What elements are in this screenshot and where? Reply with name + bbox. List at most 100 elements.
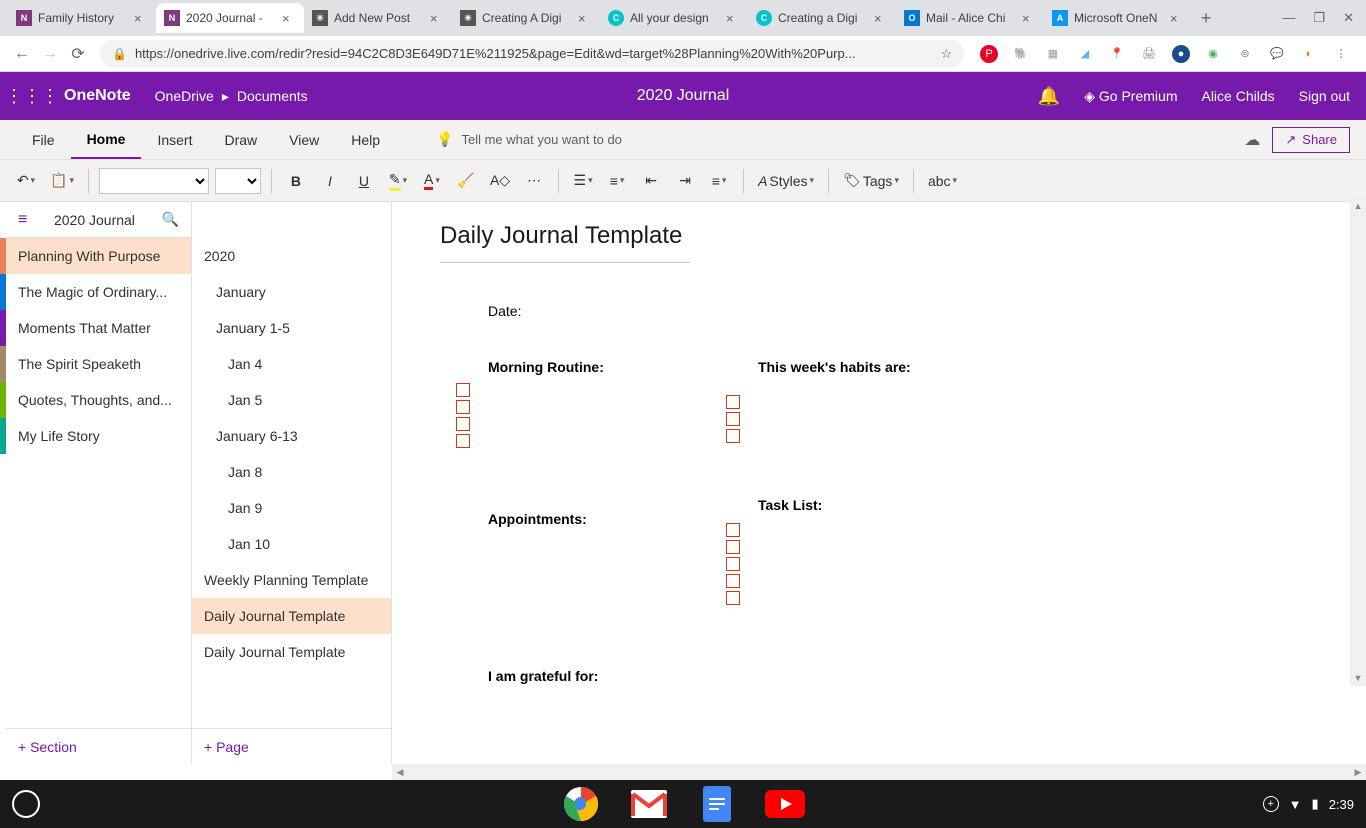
undo-button[interactable]: ↶▾ bbox=[12, 167, 40, 195]
checkbox[interactable] bbox=[456, 383, 470, 397]
page-title[interactable]: Daily Journal Template bbox=[440, 222, 690, 263]
highlight-button[interactable]: ✎▾ bbox=[384, 167, 412, 195]
grateful-label[interactable]: I am grateful for: bbox=[488, 668, 1318, 684]
clock[interactable]: 2:39 bbox=[1329, 797, 1354, 812]
close-icon[interactable]: × bbox=[874, 11, 888, 25]
status-plus-icon[interactable]: + bbox=[1263, 796, 1279, 812]
task-checklist[interactable] bbox=[726, 523, 958, 605]
extension-icon[interactable]: ⊚ bbox=[1236, 45, 1254, 63]
page-item[interactable]: January 1-5 bbox=[192, 310, 391, 346]
checkbox[interactable] bbox=[726, 540, 740, 554]
checkbox[interactable] bbox=[726, 429, 740, 443]
hamburger-icon[interactable]: ≡ bbox=[18, 211, 27, 229]
scroll-up-icon[interactable]: ▲ bbox=[1350, 198, 1366, 214]
brand-label[interactable]: OneNote bbox=[64, 87, 131, 105]
font-family-select[interactable] bbox=[99, 168, 209, 194]
extension-icon[interactable]: ● bbox=[1172, 45, 1190, 63]
tab-file[interactable]: File bbox=[16, 120, 71, 159]
checkbox[interactable] bbox=[726, 557, 740, 571]
page-item[interactable]: Jan 4 bbox=[192, 346, 391, 382]
document-title[interactable]: 2020 Journal bbox=[637, 87, 730, 105]
checkbox[interactable] bbox=[456, 417, 470, 431]
star-icon[interactable]: ☆ bbox=[940, 46, 952, 62]
section-item[interactable]: The Magic of Ordinary... bbox=[6, 274, 191, 310]
font-size-select[interactable] bbox=[215, 168, 261, 194]
extension-icon[interactable]: ▦ bbox=[1044, 45, 1062, 63]
clear-formatting-button[interactable]: 🧹 bbox=[452, 167, 480, 195]
page-item[interactable]: Jan 8 bbox=[192, 454, 391, 490]
page-item[interactable]: Daily Journal Template bbox=[192, 598, 391, 634]
tell-me-search[interactable]: 💡 Tell me what you want to do bbox=[436, 131, 622, 148]
browser-tab[interactable]: A Microsoft OneN × bbox=[1044, 3, 1192, 33]
scroll-right-icon[interactable]: ▶ bbox=[1350, 764, 1366, 780]
align-button[interactable]: ≡▾ bbox=[705, 167, 733, 195]
bullet-list-button[interactable]: ☰▾ bbox=[569, 167, 597, 195]
battery-icon[interactable]: ▮ bbox=[1312, 796, 1319, 812]
tab-draw[interactable]: Draw bbox=[208, 120, 273, 159]
menu-icon[interactable]: ⋮ bbox=[1332, 45, 1350, 63]
page-item[interactable]: January bbox=[192, 274, 391, 310]
page-canvas[interactable]: Daily Journal Template Date: Morning Rou… bbox=[392, 202, 1366, 764]
add-section-button[interactable]: + Section bbox=[6, 728, 191, 764]
paste-button[interactable]: 📋▾ bbox=[46, 167, 78, 195]
font-color-button[interactable]: A▾ bbox=[418, 167, 446, 195]
browser-tab[interactable]: N Family History × bbox=[8, 3, 156, 33]
close-icon[interactable]: × bbox=[134, 11, 148, 25]
browser-tab-active[interactable]: N 2020 Journal - × bbox=[156, 3, 304, 33]
wifi-icon[interactable]: ▼ bbox=[1289, 797, 1302, 812]
share-button[interactable]: ↗ Share bbox=[1272, 127, 1350, 153]
youtube-icon[interactable] bbox=[765, 784, 805, 824]
new-tab-button[interactable]: + bbox=[1192, 4, 1220, 32]
close-icon[interactable]: × bbox=[430, 11, 444, 25]
spelling-button[interactable]: abc▾ bbox=[924, 167, 961, 195]
back-button[interactable]: ← bbox=[8, 40, 36, 68]
checkbox[interactable] bbox=[456, 400, 470, 414]
breadcrumb-link[interactable]: Documents bbox=[237, 88, 308, 104]
vertical-scrollbar[interactable]: ▲ ▼ bbox=[1350, 198, 1366, 686]
page-item[interactable]: 2020 bbox=[192, 238, 391, 274]
italic-button[interactable]: I bbox=[316, 167, 344, 195]
numbered-list-button[interactable]: ≡▾ bbox=[603, 167, 631, 195]
section-item[interactable]: My Life Story bbox=[6, 418, 191, 454]
close-icon[interactable]: × bbox=[1170, 11, 1184, 25]
extension-icon[interactable]: 💬 bbox=[1268, 45, 1286, 63]
tags-button[interactable]: 🏷 Tags▾ bbox=[839, 167, 903, 195]
search-icon[interactable]: 🔍 bbox=[162, 211, 179, 228]
extension-icon[interactable]: ◐ bbox=[1300, 45, 1318, 63]
add-page-button[interactable]: + Page bbox=[192, 728, 391, 764]
reload-button[interactable]: ⟳ bbox=[64, 40, 92, 68]
browser-tab[interactable]: C Creating a Digi × bbox=[748, 3, 896, 33]
gmail-icon[interactable] bbox=[629, 784, 669, 824]
checkbox[interactable] bbox=[726, 574, 740, 588]
evernote-icon[interactable]: 🐘 bbox=[1012, 45, 1030, 63]
page-item[interactable]: Jan 9 bbox=[192, 490, 391, 526]
section-item[interactable]: Planning With Purpose bbox=[6, 238, 191, 274]
breadcrumb-link[interactable]: OneDrive bbox=[155, 88, 214, 104]
page-item[interactable]: Jan 5 bbox=[192, 382, 391, 418]
location-icon[interactable]: 📍 bbox=[1108, 45, 1126, 63]
url-input[interactable]: 🔒 https://onedrive.live.com/redir?resid=… bbox=[100, 40, 964, 68]
page-item[interactable]: Daily Journal Template bbox=[192, 634, 391, 670]
close-window-icon[interactable]: ✕ bbox=[1343, 10, 1354, 26]
checkbox[interactable] bbox=[726, 591, 740, 605]
tab-insert[interactable]: Insert bbox=[141, 120, 208, 159]
close-icon[interactable]: × bbox=[1022, 11, 1036, 25]
app-launcher-icon[interactable]: ⋮⋮⋮ bbox=[16, 80, 48, 112]
section-item[interactable]: The Spirit Speaketh bbox=[6, 346, 191, 382]
scroll-down-icon[interactable]: ▼ bbox=[1350, 670, 1366, 686]
close-icon[interactable]: × bbox=[578, 11, 592, 25]
indent-button[interactable]: ⇥ bbox=[671, 167, 699, 195]
docs-icon[interactable] bbox=[697, 784, 737, 824]
more-button[interactable]: ⋯ bbox=[520, 167, 548, 195]
checkbox[interactable] bbox=[456, 434, 470, 448]
extension-icon[interactable]: ◉ bbox=[1204, 45, 1222, 63]
extension-icon[interactable]: 🖨 bbox=[1140, 45, 1158, 63]
maximize-icon[interactable]: ❐ bbox=[1313, 10, 1325, 26]
horizontal-scrollbar[interactable]: ◀ ▶ bbox=[392, 764, 1366, 780]
chrome-icon[interactable] bbox=[561, 784, 601, 824]
format-painter-button[interactable]: A◇ bbox=[486, 167, 514, 195]
bold-button[interactable]: B bbox=[282, 167, 310, 195]
page-item[interactable]: Jan 10 bbox=[192, 526, 391, 562]
scroll-left-icon[interactable]: ◀ bbox=[392, 764, 408, 780]
extension-icon[interactable]: ◢ bbox=[1076, 45, 1094, 63]
